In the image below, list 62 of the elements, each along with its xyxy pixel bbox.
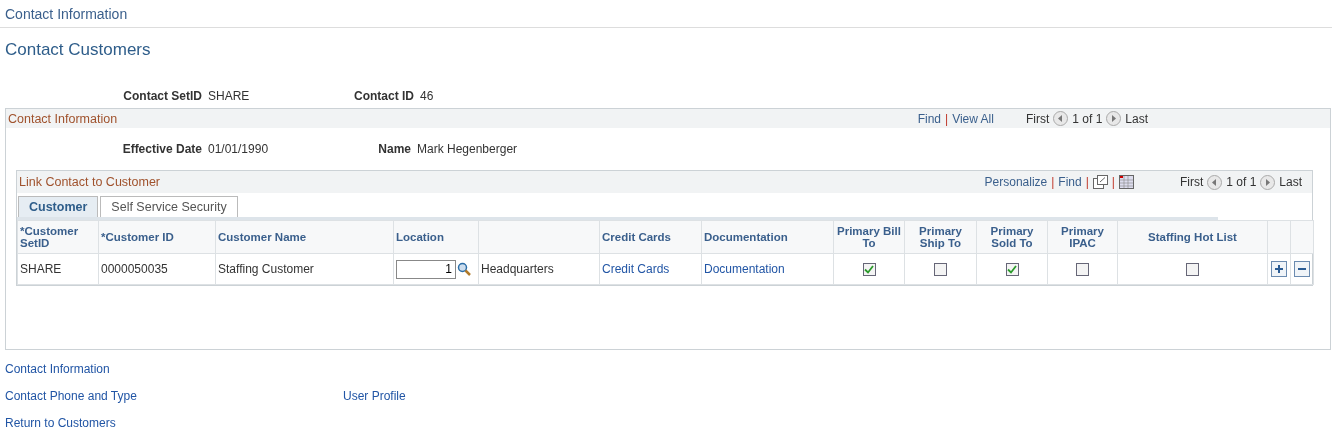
location-field[interactable]: 1 [396,259,456,279]
field-value: SHARE [208,89,250,103]
breadcrumb: Contact Information [0,0,1332,28]
checkbox[interactable] [1005,263,1019,277]
page-link[interactable]: Return to Customers [5,416,343,430]
column-header: Customer Name [218,231,307,243]
next-icon[interactable] [1260,174,1276,190]
spreadsheet-icon[interactable] [1118,175,1134,189]
checkbox[interactable] [1076,263,1089,277]
tab[interactable]: Self Service Security [100,196,238,217]
first-label: First [1025,111,1050,126]
page-count: 1 of 1 [1226,175,1257,189]
page-count: 1 of 1 [1072,111,1103,126]
new-window-icon[interactable] [1092,175,1108,189]
view-all-link[interactable]: View All [952,111,994,126]
separator: | [945,111,949,126]
add-row-button[interactable] [1271,261,1287,277]
table-cell: SHARE [20,262,62,276]
separator: | [1051,175,1055,189]
checkbox[interactable] [934,263,947,277]
plus-icon [1274,264,1284,274]
page-link[interactable]: User Profile [343,389,681,403]
checkbox[interactable] [1186,263,1199,277]
column-header: Primary Ship To [919,225,962,249]
page-link[interactable]: Contact Information [5,362,343,376]
next-icon[interactable] [1106,111,1122,126]
page-title: Contact Customers [4,39,152,61]
table-cell: 0000050035 [101,262,168,276]
field-label: Effective Date [121,142,202,156]
field-label: Contact SetID [122,89,202,103]
last-label: Last [1125,111,1148,126]
column-header: Location [396,231,444,243]
field-value: 01/01/1990 [208,142,269,156]
field-label: Contact ID [353,89,414,103]
delete-row-button[interactable] [1294,261,1310,277]
column-header: *Customer SetID [20,225,79,249]
column-header: *Customer ID [101,231,174,243]
page-link[interactable]: Contact Phone and Type [5,389,343,403]
previous-icon[interactable] [1053,111,1069,126]
grid-title: Link Contact to Customer [19,175,161,189]
tab[interactable]: Customer [18,196,99,217]
checkbox[interactable] [862,263,876,277]
personalize-link[interactable]: Personalize [984,175,1048,189]
field-value: Mark Hegenberger [417,142,518,156]
separator: | [1111,175,1115,189]
column-header: Credit Cards [602,231,672,243]
last-label: Last [1279,175,1302,189]
column-header: Primary Bill To [837,225,901,249]
table-cell: Headquarters [481,262,554,276]
separator: | [1085,175,1089,189]
field-value: 46 [420,89,434,103]
find-link[interactable]: Find [1058,175,1082,189]
table-cell: Staffing Customer [218,262,314,276]
previous-icon[interactable] [1207,174,1223,190]
column-header: Primary IPAC [1061,225,1104,249]
column-header: Primary Sold To [990,225,1034,249]
search-icon[interactable] [457,262,471,276]
panel-title: Contact Information [8,111,118,126]
column-header: Documentation [704,231,788,243]
column-header: Staffing Hot List [1148,231,1237,243]
first-label: First [1179,175,1204,189]
find-link[interactable]: Find [917,111,941,126]
